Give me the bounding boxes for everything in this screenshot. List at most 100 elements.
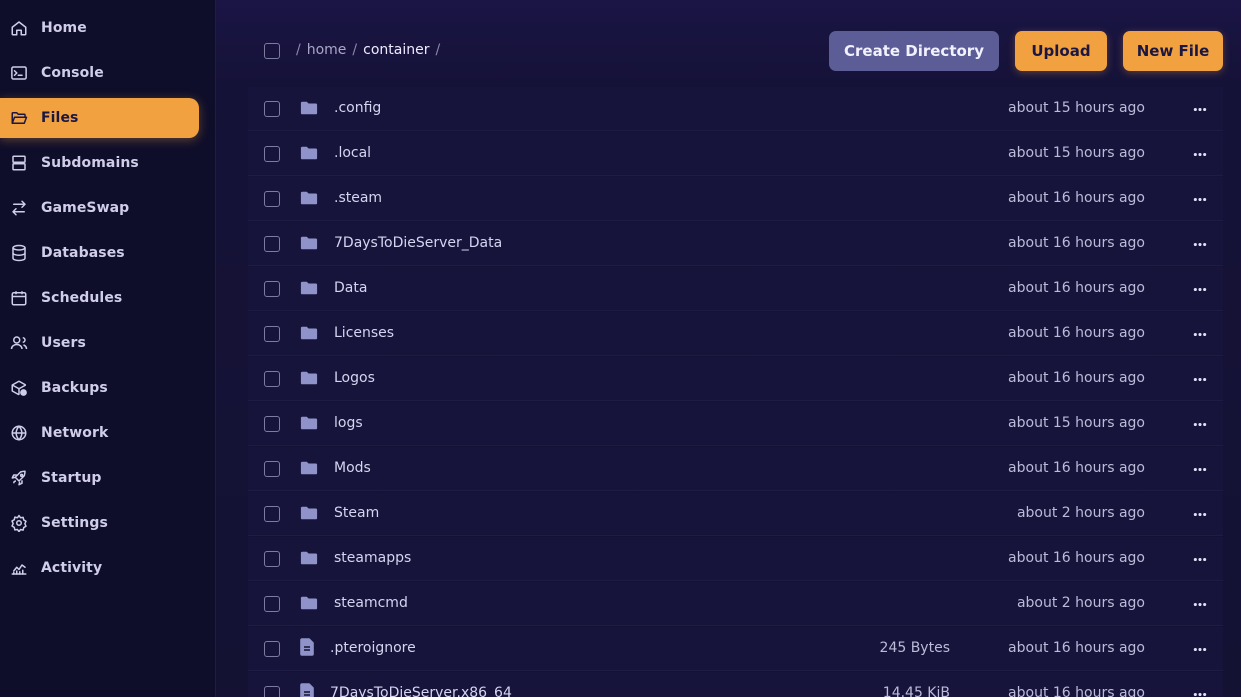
row-checkbox[interactable] [264,461,280,477]
breadcrumb-home[interactable]: home [307,42,347,58]
file-toolbar: / home / container / Create Directory Up… [248,20,1223,80]
file-modified: about 16 hours ago [1008,550,1145,566]
upload-button[interactable]: Upload [1015,31,1107,71]
file-modified: about 16 hours ago [1008,280,1145,296]
calendar-icon [10,289,28,307]
sidebar-item-schedules[interactable]: Schedules [0,278,199,318]
file-name[interactable]: steamcmd [334,595,408,611]
create-directory-button[interactable]: Create Directory [829,31,999,71]
sidebar-item-backups[interactable]: Backups [0,368,199,408]
file-row[interactable]: 7DaysToDieServer.x86_64 14.45 KiB about 16… [248,672,1223,697]
row-checkbox[interactable] [264,416,280,432]
more-options-icon[interactable] [1191,145,1209,163]
more-options-icon[interactable] [1191,595,1209,613]
sidebar-item-activity[interactable]: Activity [0,548,199,588]
file-modified: about 16 hours ago [1008,685,1145,697]
more-options-icon[interactable] [1191,640,1209,658]
breadcrumb-container[interactable]: container [363,42,429,58]
file-name[interactable]: Licenses [334,325,394,341]
more-options-icon[interactable] [1191,550,1209,568]
file-row[interactable]: Logos about 16 hours ago [248,357,1223,401]
file-modified: about 16 hours ago [1008,370,1145,386]
database-icon [10,244,28,262]
row-checkbox[interactable] [264,146,280,162]
more-options-icon[interactable] [1191,235,1209,253]
more-options-icon[interactable] [1191,460,1209,478]
row-checkbox[interactable] [264,191,280,207]
file-modified: about 16 hours ago [1008,460,1145,476]
row-checkbox[interactable] [264,326,280,342]
file-name[interactable]: steamapps [334,550,411,566]
sidebar-item-label: GameSwap [41,200,130,216]
sidebar-item-label: Activity [41,560,103,576]
file-row[interactable]: Mods about 16 hours ago [248,447,1223,491]
row-checkbox[interactable] [264,551,280,567]
file-name[interactable]: Mods [334,460,371,476]
file-name[interactable]: .steam [334,190,382,206]
row-checkbox[interactable] [264,641,280,657]
more-options-icon[interactable] [1191,370,1209,388]
file-name[interactable]: Steam [334,505,379,521]
file-row[interactable]: Licenses about 16 hours ago [248,312,1223,356]
sidebar-item-console[interactable]: Console [0,53,199,93]
file-modified: about 16 hours ago [1008,235,1145,251]
row-checkbox[interactable] [264,281,280,297]
select-all-checkbox[interactable] [264,43,280,59]
file-row[interactable]: .steam about 16 hours ago [248,177,1223,221]
sidebar-item-home[interactable]: Home [0,8,199,48]
file-modified: about 15 hours ago [1008,145,1145,161]
file-row[interactable]: Steam about 2 hours ago [248,492,1223,536]
sidebar-item-label: Users [41,335,86,351]
backup-box-icon [10,379,28,397]
file-name[interactable]: Data [334,280,367,296]
sidebar-item-startup[interactable]: Startup [0,458,199,498]
file-name[interactable]: Logos [334,370,375,386]
file-name[interactable]: 7DaysToDieServer.x86_64 [330,685,512,697]
sidebar-item-databases[interactable]: Databases [0,233,199,273]
sidebar-item-files[interactable]: Files [0,98,199,138]
file-name[interactable]: 7DaysToDieServer_Data [334,235,502,251]
file-row[interactable]: steamapps about 16 hours ago [248,537,1223,581]
sidebar-item-label: Subdomains [41,155,139,171]
sidebar-item-settings[interactable]: Settings [0,503,199,543]
file-row[interactable]: 7DaysToDieServer_Data about 16 hours ago [248,222,1223,266]
sidebar-item-network[interactable]: Network [0,413,199,453]
main-content: / home / container / Create Directory Up… [216,0,1241,697]
more-options-icon[interactable] [1191,415,1209,433]
file-name[interactable]: .local [334,145,371,161]
row-checkbox[interactable] [264,101,280,117]
file-row[interactable]: .pteroignore 245 Bytes about 16 hours ago [248,627,1223,671]
file-row[interactable]: Data about 16 hours ago [248,267,1223,311]
file-row[interactable]: steamcmd about 2 hours ago [248,582,1223,626]
file-size: 245 Bytes [879,640,950,656]
sidebar-item-users[interactable]: Users [0,323,199,363]
more-options-icon[interactable] [1191,190,1209,208]
new-file-button[interactable]: New File [1123,31,1223,71]
more-options-icon[interactable] [1191,280,1209,298]
more-options-icon[interactable] [1191,685,1209,697]
more-options-icon[interactable] [1191,325,1209,343]
more-options-icon[interactable] [1191,100,1209,118]
activity-chart-icon [10,559,28,577]
file-name[interactable]: .config [334,100,381,116]
row-checkbox[interactable] [264,686,280,697]
row-checkbox[interactable] [264,506,280,522]
file-name[interactable]: logs [334,415,363,431]
file-row[interactable]: logs about 15 hours ago [248,402,1223,446]
sidebar-item-label: Network [41,425,109,441]
sidebar-item-gameswap[interactable]: GameSwap [0,188,199,228]
folder-icon [300,505,318,521]
more-options-icon[interactable] [1191,505,1209,523]
row-checkbox[interactable] [264,596,280,612]
folder-icon [300,370,318,386]
breadcrumb-separator: / [352,42,358,58]
sidebar-item-subdomains[interactable]: Subdomains [0,143,199,183]
file-name[interactable]: .pteroignore [330,640,416,656]
folder-icon [300,325,318,341]
row-checkbox[interactable] [264,371,280,387]
sidebar: Home Console Files Subdomains GameSwap Databa… [0,0,216,697]
file-row[interactable]: .config about 15 hours ago [248,87,1223,131]
file-row[interactable]: .local about 15 hours ago [248,132,1223,176]
swap-arrows-icon [10,199,28,217]
row-checkbox[interactable] [264,236,280,252]
